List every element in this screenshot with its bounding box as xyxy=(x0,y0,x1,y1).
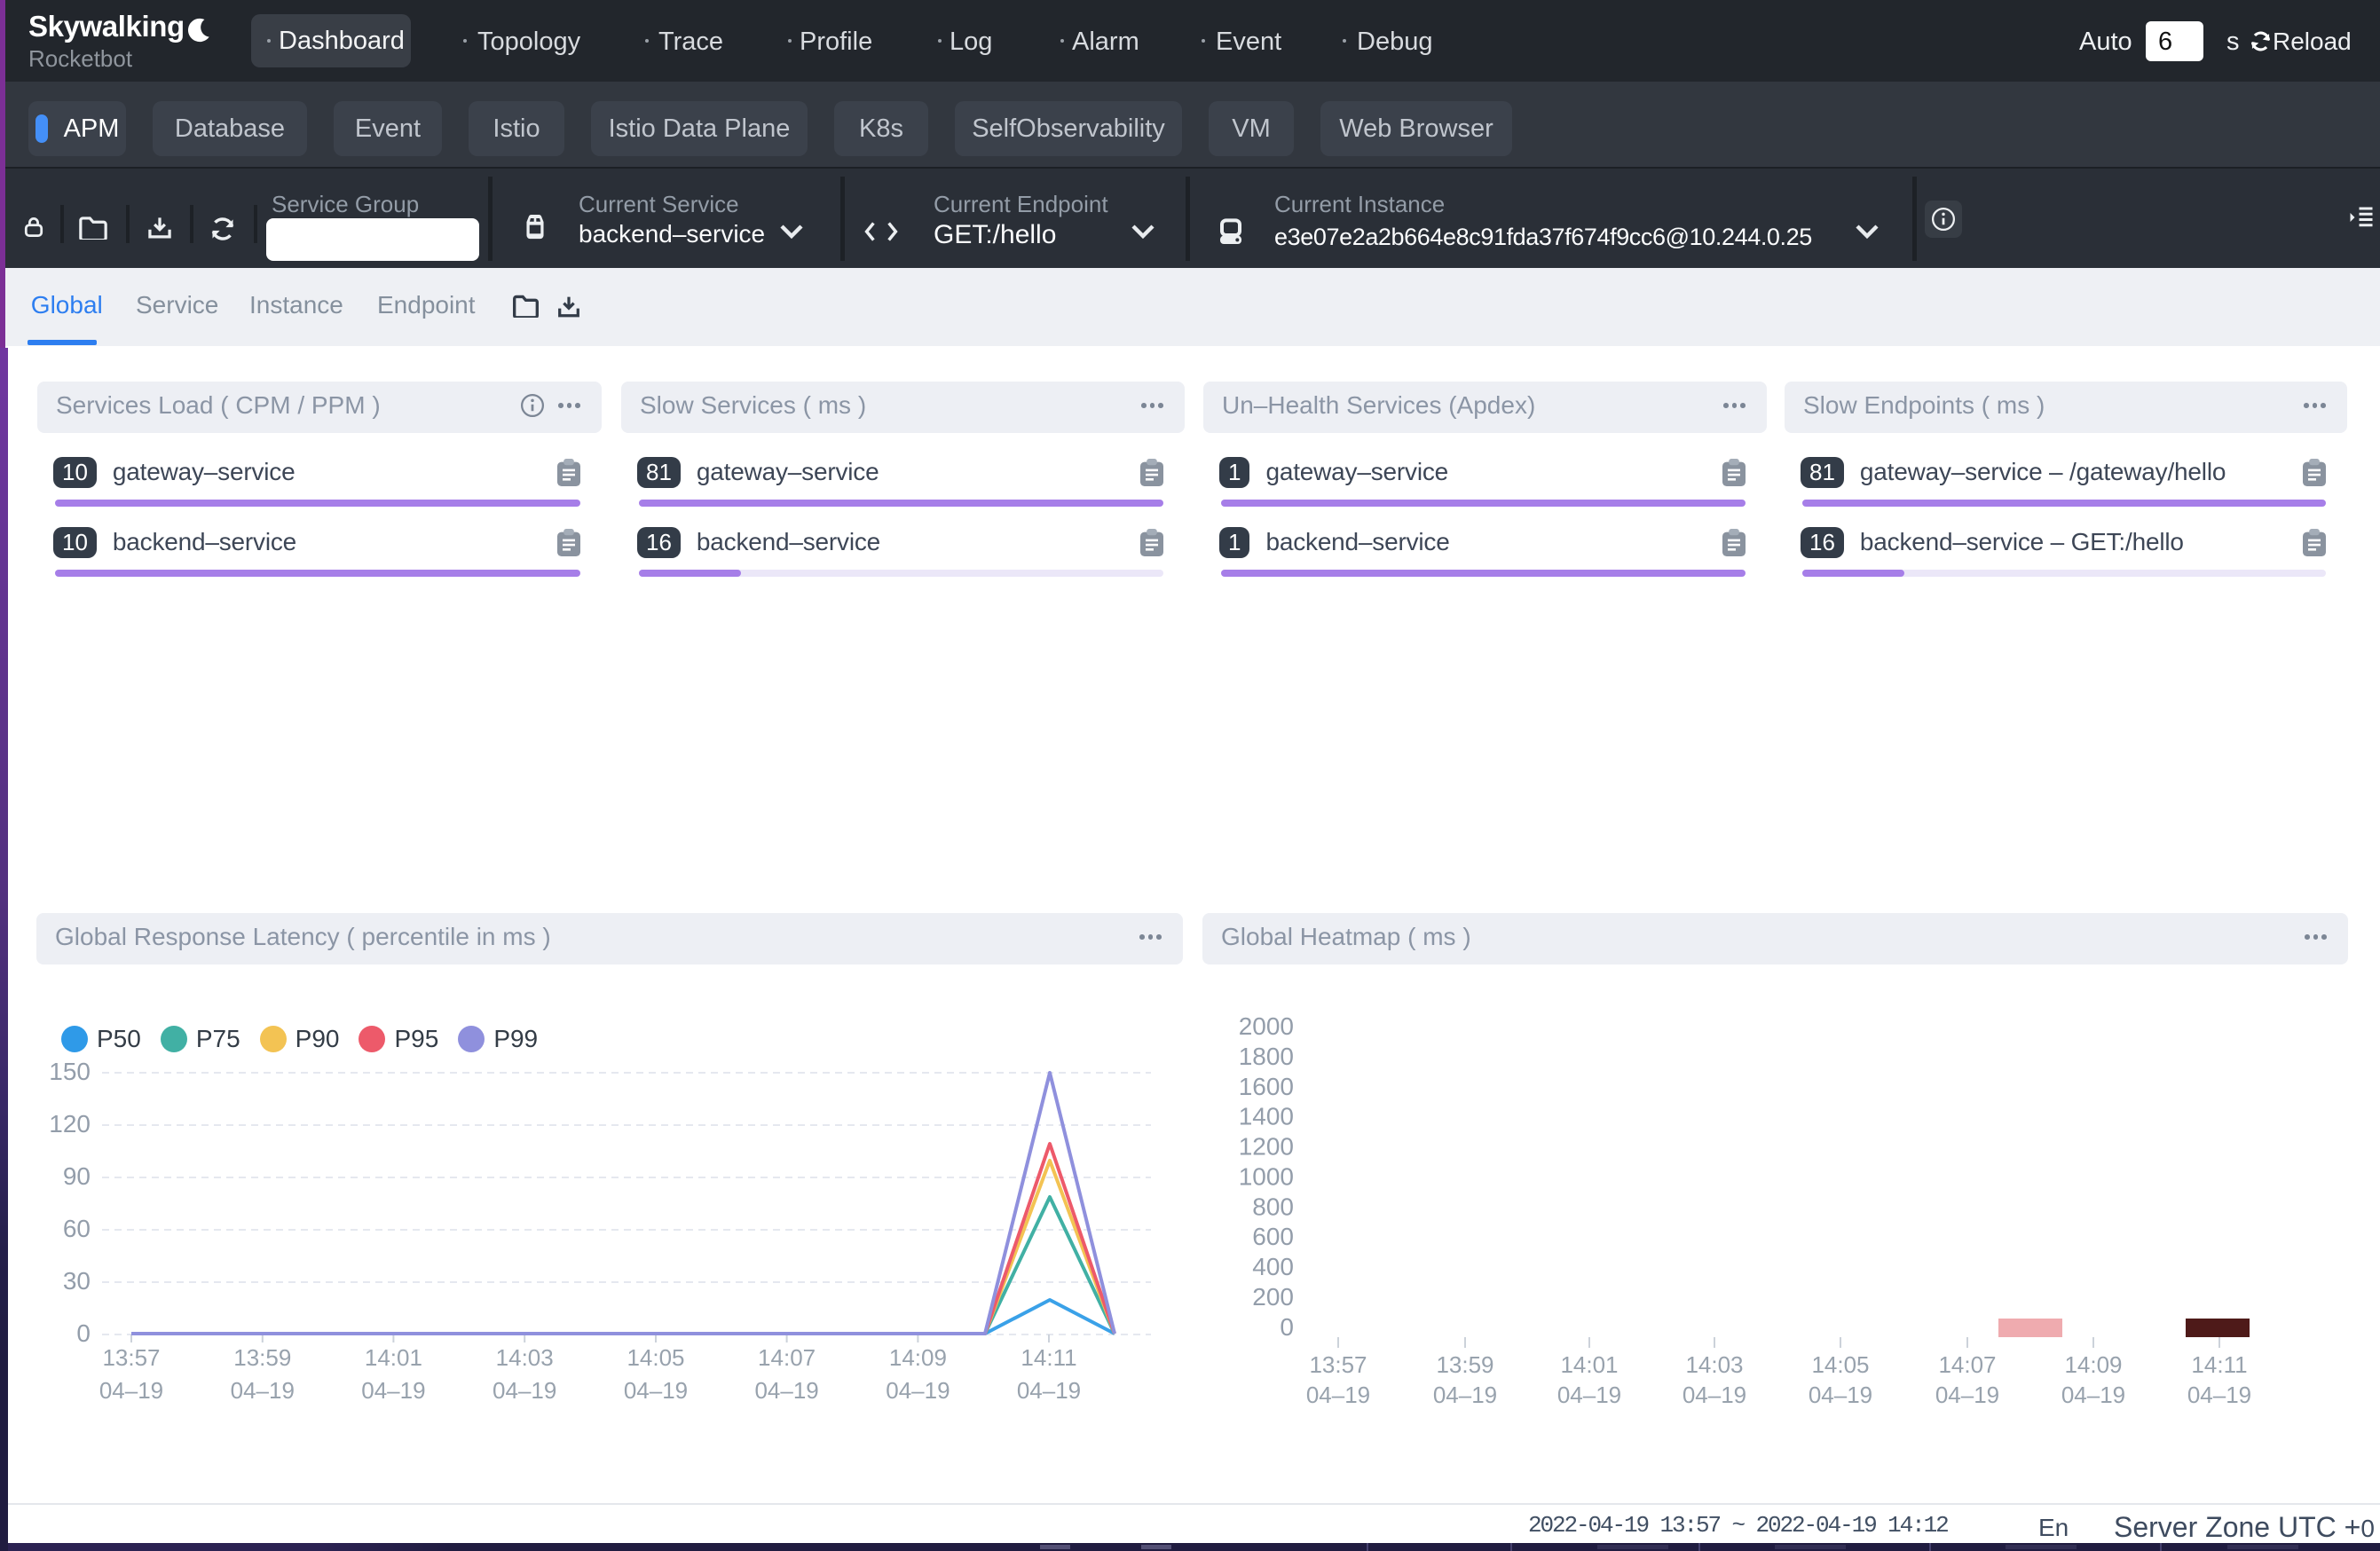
svg-text:1200: 1200 xyxy=(1239,1133,1294,1161)
svg-text:14:01: 14:01 xyxy=(1560,1351,1618,1378)
svg-text:04–19: 04–19 xyxy=(493,1377,556,1404)
svg-text:04–19: 04–19 xyxy=(1557,1382,1621,1408)
svg-text:04–19: 04–19 xyxy=(1935,1382,1999,1408)
svg-text:2000: 2000 xyxy=(1239,1012,1294,1040)
svg-text:13:57: 13:57 xyxy=(102,1344,160,1371)
svg-text:04–19: 04–19 xyxy=(99,1377,163,1404)
svg-text:14:11: 14:11 xyxy=(1021,1344,1076,1371)
svg-text:1600: 1600 xyxy=(1239,1073,1294,1100)
svg-text:600: 600 xyxy=(1252,1223,1294,1250)
svg-text:14:09: 14:09 xyxy=(889,1344,947,1371)
svg-text:14:07: 14:07 xyxy=(1938,1351,1996,1378)
svg-text:800: 800 xyxy=(1252,1193,1294,1220)
svg-text:04–19: 04–19 xyxy=(1683,1382,1746,1408)
svg-text:04–19: 04–19 xyxy=(886,1377,950,1404)
svg-text:14:01: 14:01 xyxy=(365,1344,422,1371)
svg-text:04–19: 04–19 xyxy=(1433,1382,1497,1408)
svg-text:1800: 1800 xyxy=(1239,1043,1294,1070)
svg-text:04–19: 04–19 xyxy=(231,1377,295,1404)
svg-text:1000: 1000 xyxy=(1239,1162,1294,1190)
svg-text:200: 200 xyxy=(1252,1283,1294,1311)
svg-text:13:59: 13:59 xyxy=(1436,1351,1493,1378)
svg-text:04–19: 04–19 xyxy=(2187,1382,2251,1408)
svg-text:04–19: 04–19 xyxy=(754,1377,818,1404)
svg-text:400: 400 xyxy=(1252,1253,1294,1280)
svg-text:14:03: 14:03 xyxy=(1685,1351,1743,1378)
svg-text:150: 150 xyxy=(49,1058,91,1085)
svg-text:04–19: 04–19 xyxy=(2061,1382,2125,1408)
svg-text:14:05: 14:05 xyxy=(627,1344,684,1371)
svg-text:90: 90 xyxy=(63,1162,91,1190)
svg-text:60: 60 xyxy=(63,1215,91,1242)
svg-text:13:59: 13:59 xyxy=(233,1344,291,1371)
svg-text:13:57: 13:57 xyxy=(1309,1351,1367,1378)
svg-text:04–19: 04–19 xyxy=(1306,1382,1370,1408)
svg-text:30: 30 xyxy=(63,1267,91,1295)
svg-text:14:03: 14:03 xyxy=(496,1344,554,1371)
svg-text:120: 120 xyxy=(49,1110,91,1138)
svg-text:1400: 1400 xyxy=(1239,1103,1294,1130)
svg-text:04–19: 04–19 xyxy=(361,1377,425,1404)
svg-text:14:09: 14:09 xyxy=(2064,1351,2122,1378)
svg-text:04–19: 04–19 xyxy=(1809,1382,1872,1408)
svg-text:04–19: 04–19 xyxy=(624,1377,688,1404)
svg-text:14:11: 14:11 xyxy=(2191,1351,2247,1378)
svg-text:0: 0 xyxy=(1280,1313,1294,1341)
svg-text:0: 0 xyxy=(76,1319,91,1347)
svg-text:14:05: 14:05 xyxy=(1811,1351,1869,1378)
svg-text:14:07: 14:07 xyxy=(758,1344,816,1371)
svg-text:04–19: 04–19 xyxy=(1017,1377,1081,1404)
